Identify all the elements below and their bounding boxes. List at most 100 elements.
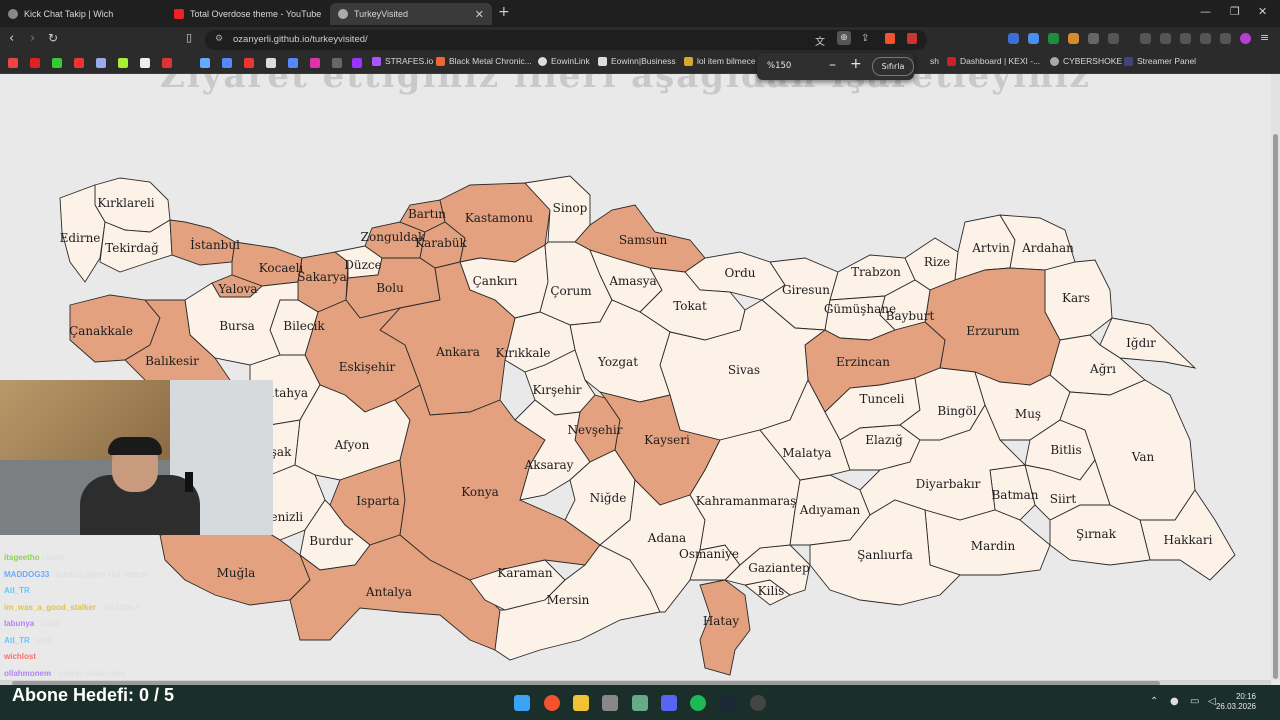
extension-icon[interactable] bbox=[1048, 33, 1059, 44]
label-hakkari: Hakkari bbox=[1164, 533, 1213, 547]
webcam-overlay bbox=[0, 380, 273, 535]
app-icon[interactable] bbox=[602, 695, 618, 711]
spotify-icon[interactable] bbox=[690, 695, 706, 711]
discord-icon[interactable] bbox=[661, 695, 677, 711]
share-icon[interactable]: ⇪ bbox=[861, 33, 869, 44]
translate-icon[interactable]: 文 bbox=[815, 33, 825, 48]
bookmark-dashboard[interactable]: Dashboard | KEXI -... bbox=[947, 56, 1040, 66]
twitch-icon[interactable] bbox=[352, 58, 362, 68]
leo-icon[interactable] bbox=[1200, 33, 1211, 44]
brave-shield-icon[interactable] bbox=[885, 33, 895, 44]
bookmark-icon[interactable] bbox=[332, 58, 342, 68]
puzzle-icon[interactable] bbox=[1088, 33, 1099, 44]
forward-icon[interactable]: › bbox=[30, 31, 35, 46]
wallet-icon[interactable] bbox=[1180, 33, 1191, 44]
reload-icon[interactable]: ↻ bbox=[48, 31, 58, 45]
chat-username[interactable]: MADDOG33 bbox=[4, 570, 49, 579]
chat-message: Atl_TR : bbox=[4, 586, 34, 595]
site-info-icon[interactable]: ⚙ bbox=[215, 34, 223, 44]
start-icon[interactable] bbox=[514, 695, 530, 711]
chat-username[interactable]: im_was_a_good_stalker bbox=[4, 603, 96, 612]
zoom-reset-button[interactable]: Sıfırla bbox=[872, 57, 914, 76]
obs-icon[interactable] bbox=[750, 695, 766, 711]
bookmark-icon[interactable]: ▯ bbox=[186, 31, 192, 44]
bookmark-black-metal[interactable]: Black Metal Chronic... bbox=[436, 56, 532, 66]
app-icon[interactable] bbox=[632, 695, 648, 711]
bookmark-icon bbox=[598, 56, 607, 66]
extension-icon[interactable] bbox=[1108, 33, 1119, 44]
label-duzce: Düzce bbox=[344, 258, 382, 272]
bookmark-icon[interactable] bbox=[96, 58, 106, 68]
mic-icon[interactable]: ● bbox=[1170, 696, 1179, 707]
tab-kick-chat[interactable]: Kick Chat Takip | Wich bbox=[8, 3, 158, 25]
label-kirklareli: Kırklareli bbox=[97, 196, 154, 210]
extension-icon[interactable] bbox=[1028, 33, 1039, 44]
chat-text: : bbox=[36, 652, 41, 661]
stream-chat: itsgeetho : upslli MADDOG33 : burdura git… bbox=[0, 535, 280, 680]
zoom-icon[interactable]: ⊕ bbox=[837, 31, 851, 45]
bookmark-label: sh bbox=[930, 56, 939, 66]
bookmark-icon[interactable] bbox=[8, 58, 18, 68]
vpn-icon[interactable] bbox=[1220, 33, 1231, 44]
bookmark-sh[interactable]: sh bbox=[930, 56, 939, 66]
extension-icon[interactable] bbox=[1008, 33, 1019, 44]
brave-rewards-icon[interactable] bbox=[907, 33, 917, 44]
address-bar[interactable]: ⚙ ozanyerli.github.io/turkeyvisited/ 文 ⊕… bbox=[205, 30, 927, 50]
new-tab-button[interactable]: + bbox=[498, 4, 510, 20]
profile-icon[interactable] bbox=[1240, 33, 1251, 44]
vertical-scrollbar[interactable] bbox=[1271, 74, 1280, 680]
bookmark-label: Black Metal Chronic... bbox=[449, 56, 532, 66]
bookmark-lol-item[interactable]: lol item bilmece bbox=[684, 56, 756, 66]
bookmark-icon[interactable] bbox=[222, 58, 232, 68]
bookmark-icon[interactable] bbox=[200, 58, 210, 68]
close-window-icon[interactable]: ✕ bbox=[1258, 5, 1267, 18]
discord-icon[interactable] bbox=[288, 58, 298, 68]
bookmark-cybershoke[interactable]: CYBERSHOKE bbox=[1050, 56, 1122, 66]
label-elazig: Elazığ bbox=[865, 433, 903, 447]
bookmark-icon[interactable] bbox=[162, 58, 172, 68]
x-icon[interactable] bbox=[266, 58, 276, 68]
bookmark-streamer-panel[interactable]: Streamer Panel bbox=[1124, 56, 1196, 66]
bookmark-icon[interactable] bbox=[118, 58, 128, 68]
music-icon[interactable] bbox=[1140, 33, 1151, 44]
scrollbar-thumb[interactable] bbox=[1273, 134, 1278, 679]
volume-icon[interactable]: ◁ bbox=[1208, 696, 1216, 707]
steam-icon[interactable] bbox=[720, 695, 736, 711]
bookmark-eowinn-business[interactable]: Eowinn|Business bbox=[598, 56, 676, 66]
chat-username[interactable]: itsgeetho bbox=[4, 553, 40, 562]
extension-icon[interactable] bbox=[1068, 33, 1079, 44]
label-siirt: Siirt bbox=[1050, 492, 1077, 506]
network-icon[interactable]: ▭ bbox=[1190, 696, 1199, 707]
label-igdir: Iğdır bbox=[1126, 336, 1156, 350]
brave-icon[interactable] bbox=[544, 695, 560, 711]
chat-username[interactable]: wichlost bbox=[4, 652, 36, 661]
youtube-icon[interactable] bbox=[74, 58, 84, 68]
instagram-icon[interactable] bbox=[310, 58, 320, 68]
folder-icon[interactable] bbox=[573, 695, 589, 711]
label-edirne: Edirne bbox=[60, 231, 101, 245]
tab-youtube[interactable]: Total Overdose theme - YouTube bbox=[174, 3, 324, 25]
bookmark-icon bbox=[684, 56, 693, 66]
bookmark-strafes[interactable]: STRAFES.io bbox=[372, 56, 433, 66]
minimize-icon[interactable]: — bbox=[1200, 5, 1211, 18]
tray-chevron-icon[interactable]: ⌃ bbox=[1150, 696, 1158, 707]
chat-username[interactable]: ollahmonem bbox=[4, 669, 51, 678]
label-afyon: Afyon bbox=[334, 438, 370, 452]
maximize-icon[interactable]: ❐ bbox=[1230, 5, 1240, 18]
back-icon[interactable]: ‹ bbox=[9, 31, 14, 46]
bookmark-icon[interactable] bbox=[30, 58, 40, 68]
system-clock[interactable]: 20:16 26.03.2026 bbox=[1216, 692, 1256, 712]
chat-username[interactable]: labunya bbox=[4, 619, 34, 628]
kick-icon[interactable] bbox=[52, 58, 62, 68]
menu-icon[interactable]: ≡ bbox=[1260, 31, 1269, 44]
sidebar-icon[interactable] bbox=[1160, 33, 1171, 44]
chat-username[interactable]: Atl_TR bbox=[4, 636, 30, 645]
bookmark-eowinlink[interactable]: EowinLink bbox=[538, 56, 590, 66]
tiktok-icon[interactable] bbox=[140, 58, 150, 68]
close-tab-icon[interactable]: ✕ bbox=[475, 8, 484, 21]
zoom-in-button[interactable]: + bbox=[850, 56, 862, 72]
zoom-out-button[interactable]: – bbox=[829, 57, 836, 73]
chat-username[interactable]: Atl_TR bbox=[4, 586, 30, 595]
tab-turkeyvisited[interactable]: TurkeyVisited ✕ bbox=[330, 3, 492, 25]
youtube-icon[interactable] bbox=[244, 58, 254, 68]
